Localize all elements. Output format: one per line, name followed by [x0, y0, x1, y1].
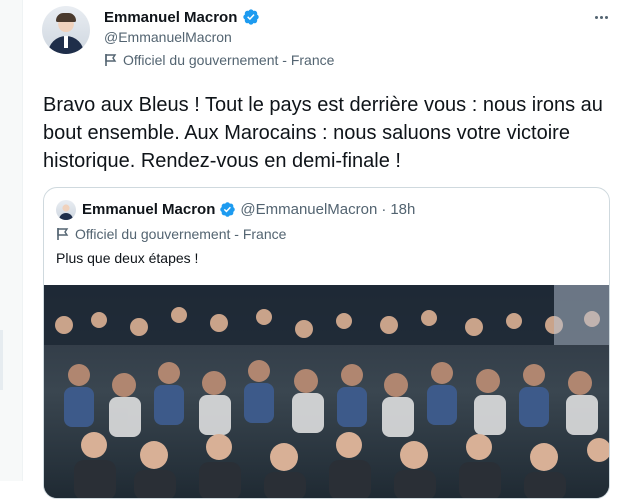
quoted-government-label-text: Officiel du gouvernement - France — [75, 226, 287, 242]
quoted-tweet-text: Plus que deux étapes ! — [56, 250, 199, 266]
quoted-flag-icon — [57, 228, 69, 240]
quoted-tweet[interactable]: Emmanuel Macron @EmmanuelMacron · 18h Of… — [43, 187, 610, 499]
quoted-government-label: Officiel du gouvernement - France — [56, 226, 286, 242]
author-name[interactable]: Emmanuel Macron — [104, 9, 237, 26]
quoted-separator: · — [381, 201, 387, 218]
crowd-photo-illustration — [44, 285, 609, 498]
quoted-author-name: Emmanuel Macron — [82, 201, 216, 218]
avatar-hair — [56, 13, 76, 22]
flag-icon — [105, 54, 117, 66]
author-name-row[interactable]: Emmanuel Macron — [104, 8, 260, 26]
more-options-icon[interactable] — [590, 8, 612, 26]
government-label[interactable]: Officiel du gouvernement - France — [104, 52, 334, 68]
timeline-left-edge — [0, 0, 22, 481]
avatar-shirt — [64, 36, 68, 48]
tweet-text: Bravo aux Bleus ! Tout le pays est derri… — [43, 94, 603, 172]
quoted-tweet-header: Emmanuel Macron @EmmanuelMacron · 18h — [82, 201, 415, 218]
quoted-author-handle: @EmmanuelMacron — [240, 201, 378, 218]
scroll-indicator — [0, 330, 3, 390]
author-avatar[interactable] — [42, 6, 90, 54]
quoted-media-stadium-crowd-photo[interactable] — [44, 285, 609, 498]
quoted-verified-badge-icon — [220, 202, 236, 217]
author-handle[interactable]: @EmmanuelMacron — [104, 29, 232, 45]
quoted-timestamp: 18h — [390, 201, 416, 218]
quoted-avatar-suit — [59, 213, 73, 220]
verified-badge-icon — [243, 9, 260, 25]
quoted-author-avatar — [56, 200, 76, 220]
government-label-text: Officiel du gouvernement - France — [123, 52, 335, 68]
